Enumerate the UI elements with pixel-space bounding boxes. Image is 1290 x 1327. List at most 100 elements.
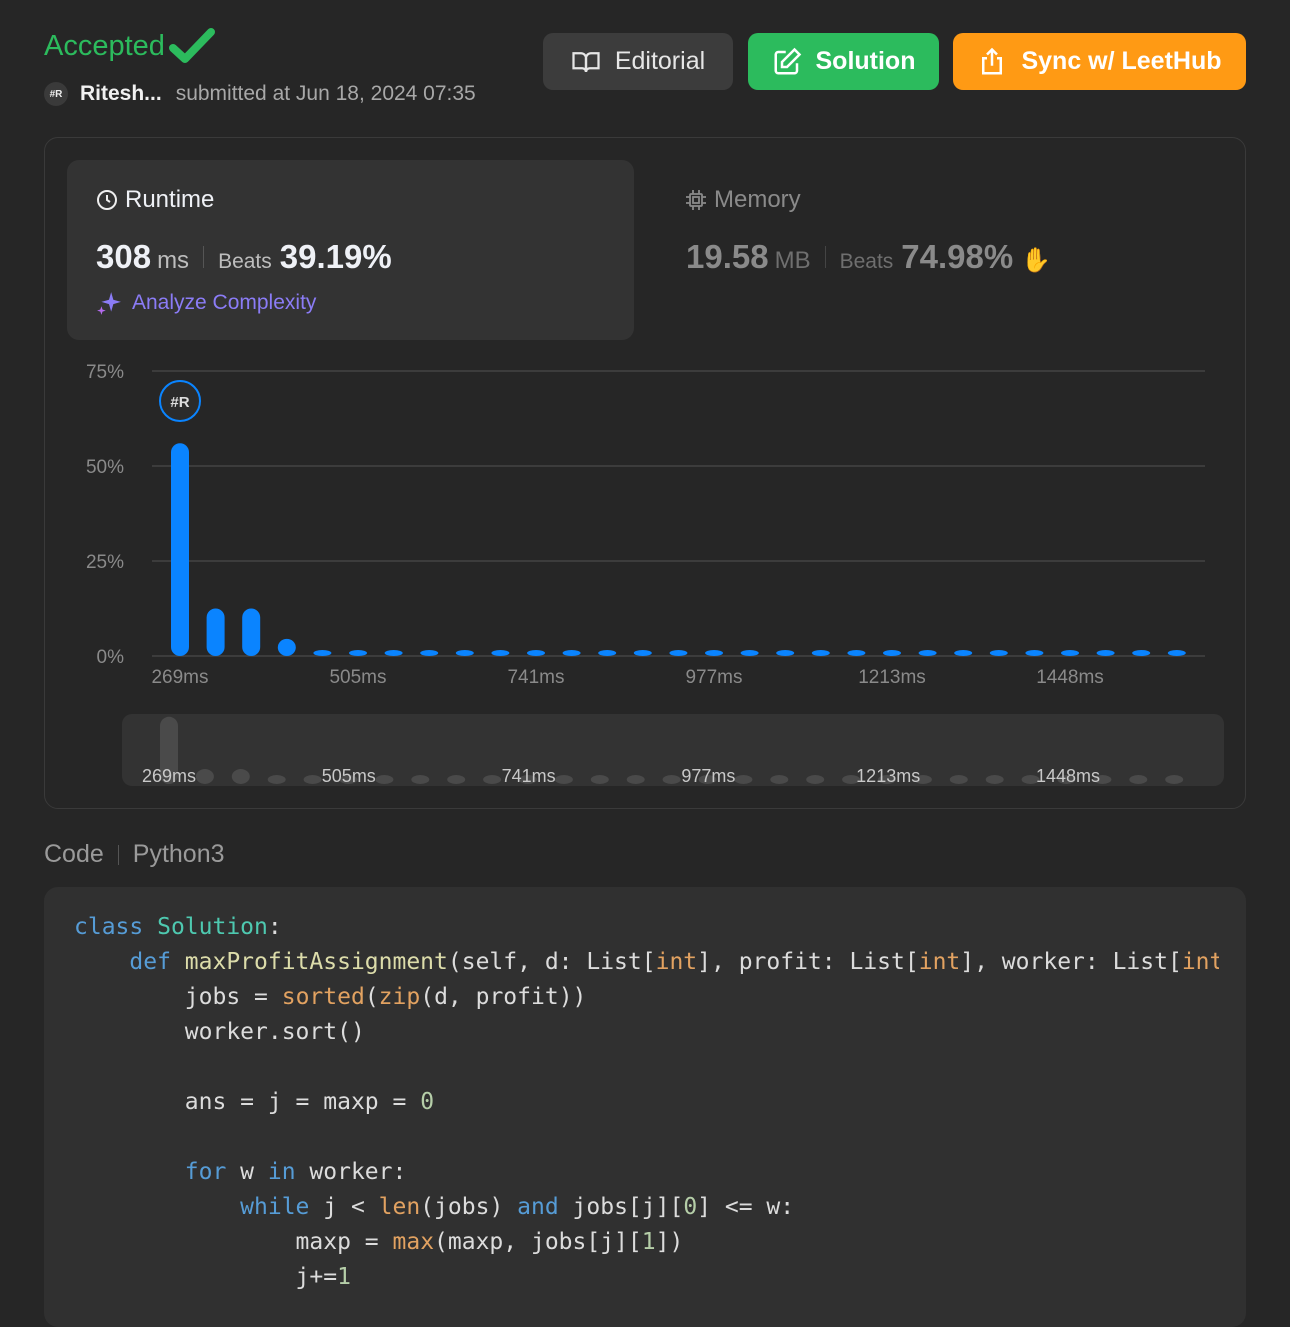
x-tick-label: 1213ms — [858, 667, 926, 688]
username[interactable]: Ritesh... — [80, 82, 162, 106]
code-line: while j < len(jobs) and jobs[j][0] <= w: — [240, 1194, 795, 1220]
editorial-label: Editorial — [614, 47, 706, 75]
bar — [633, 650, 652, 656]
mini-bar — [770, 775, 789, 784]
code-line: j+=1 — [74, 1264, 351, 1290]
runtime-value: 308 — [96, 238, 152, 275]
mini-bar — [734, 775, 753, 784]
mini-bar — [554, 775, 573, 784]
bar — [811, 650, 830, 656]
bar — [705, 650, 723, 656]
y-tick-label: 0% — [97, 647, 125, 668]
memory-heading[interactable]: Memory — [684, 186, 801, 214]
bar — [384, 650, 403, 656]
bar — [527, 650, 545, 656]
bar — [1167, 650, 1186, 656]
status-text: Accepted — [44, 29, 165, 62]
edit-icon — [774, 47, 801, 74]
code-line: class Solution: — [74, 914, 282, 940]
mini-x-tick-label: 741ms — [502, 766, 556, 786]
avatar[interactable]: #R — [44, 82, 68, 106]
divider — [824, 246, 826, 268]
y-tick-label: 50% — [86, 457, 124, 478]
code-line: worker.sort() — [74, 1019, 365, 1045]
range-slider[interactable]: 269ms 505ms 741ms 977ms 1213ms 1448ms — [122, 714, 1224, 786]
mini-bar — [303, 775, 322, 784]
x-tick-label: 1448ms — [1036, 667, 1104, 688]
x-tick-label: 505ms — [329, 667, 386, 688]
x-tick-label: 269ms — [151, 667, 208, 688]
bar — [847, 650, 866, 656]
x-tick-label: 977ms — [685, 667, 742, 688]
bar — [776, 650, 795, 656]
bar — [277, 638, 296, 656]
sync-label: Sync w/ LeetHub — [1021, 47, 1222, 75]
mini-bar — [590, 775, 609, 784]
code-language: Python3 — [132, 840, 225, 868]
clap-icon: ✋ — [1021, 247, 1052, 274]
y-tick-label: 25% — [86, 552, 124, 573]
memory-label: Memory — [714, 186, 801, 213]
bar — [598, 650, 617, 656]
mini-bar — [195, 769, 214, 784]
analyze-label: Analyze Complexity — [132, 291, 317, 314]
mini-bar — [1165, 775, 1184, 784]
code-line: maxp = max(maxp, jobs[j][1]) — [74, 1229, 684, 1255]
bar — [918, 650, 937, 656]
chip-icon — [686, 190, 706, 210]
bar — [313, 650, 332, 656]
code-content[interactable]: class Solution: def maxProfitAssignment(… — [74, 910, 1219, 1295]
code-line: jobs = sorted(zip(d, profit)) — [74, 984, 587, 1010]
editorial-button[interactable]: Editorial — [543, 33, 733, 90]
code-header: Code Python3 — [44, 840, 225, 869]
mini-bar — [949, 775, 968, 784]
analyze-complexity-link[interactable]: Analyze Complexity — [96, 290, 316, 316]
mini-bar — [231, 769, 250, 784]
sync-leethub-button[interactable]: Sync w/ LeetHub — [953, 33, 1246, 90]
runtime-unit: ms — [157, 247, 190, 274]
submission-info: #R Ritesh... submitted at Jun 18, 2024 0… — [44, 82, 476, 106]
y-tick-label: 75% — [86, 362, 124, 383]
sparkle-icon — [97, 292, 121, 315]
memory-beats-value: 74.98% — [901, 238, 1014, 275]
solution-button[interactable]: Solution — [748, 33, 939, 90]
divider — [117, 844, 119, 865]
check-icon — [168, 28, 215, 63]
mini-bar — [626, 775, 645, 784]
mini-x-tick-label: 1213ms — [856, 766, 920, 786]
bar — [455, 650, 474, 656]
runtime-heading: Runtime — [95, 186, 214, 214]
memory-value: 19.58 — [686, 238, 769, 275]
mini-x-tick-label: 1448ms — [1036, 766, 1100, 786]
bar — [562, 650, 581, 656]
mini-bar — [806, 775, 825, 784]
code-label: Code — [44, 840, 104, 868]
mini-bar — [662, 775, 681, 784]
memory-unit: MB — [774, 247, 811, 274]
bar — [989, 650, 1008, 656]
x-tick-label: 741ms — [507, 667, 564, 688]
mini-bar — [375, 775, 394, 784]
bar — [954, 650, 973, 656]
runtime-distribution-chart: 75% 50% 25% 0% 269ms 505ms 741ms 977ms 1213ms 144… — [86, 362, 1205, 688]
bar — [740, 650, 759, 656]
mini-bar — [447, 775, 466, 784]
mini-x-tick-label: 977ms — [681, 766, 735, 786]
mini-bar — [1129, 775, 1148, 784]
code-line: ans = j = maxp = 0 — [74, 1089, 435, 1115]
bar — [1061, 650, 1079, 656]
mini-x-tick-label: 505ms — [322, 766, 376, 786]
divider — [203, 246, 205, 268]
runtime-beats-value: 39.19% — [279, 238, 392, 275]
bar — [491, 650, 510, 656]
submission-status: Accepted — [44, 26, 215, 66]
bar — [242, 608, 261, 656]
runtime-beats-label: Beats — [218, 250, 272, 273]
clock-icon — [97, 190, 117, 210]
bar — [1096, 650, 1115, 656]
bar — [1132, 650, 1151, 656]
book-icon — [572, 51, 600, 72]
solution-label: Solution — [815, 47, 916, 75]
bar — [420, 650, 439, 656]
